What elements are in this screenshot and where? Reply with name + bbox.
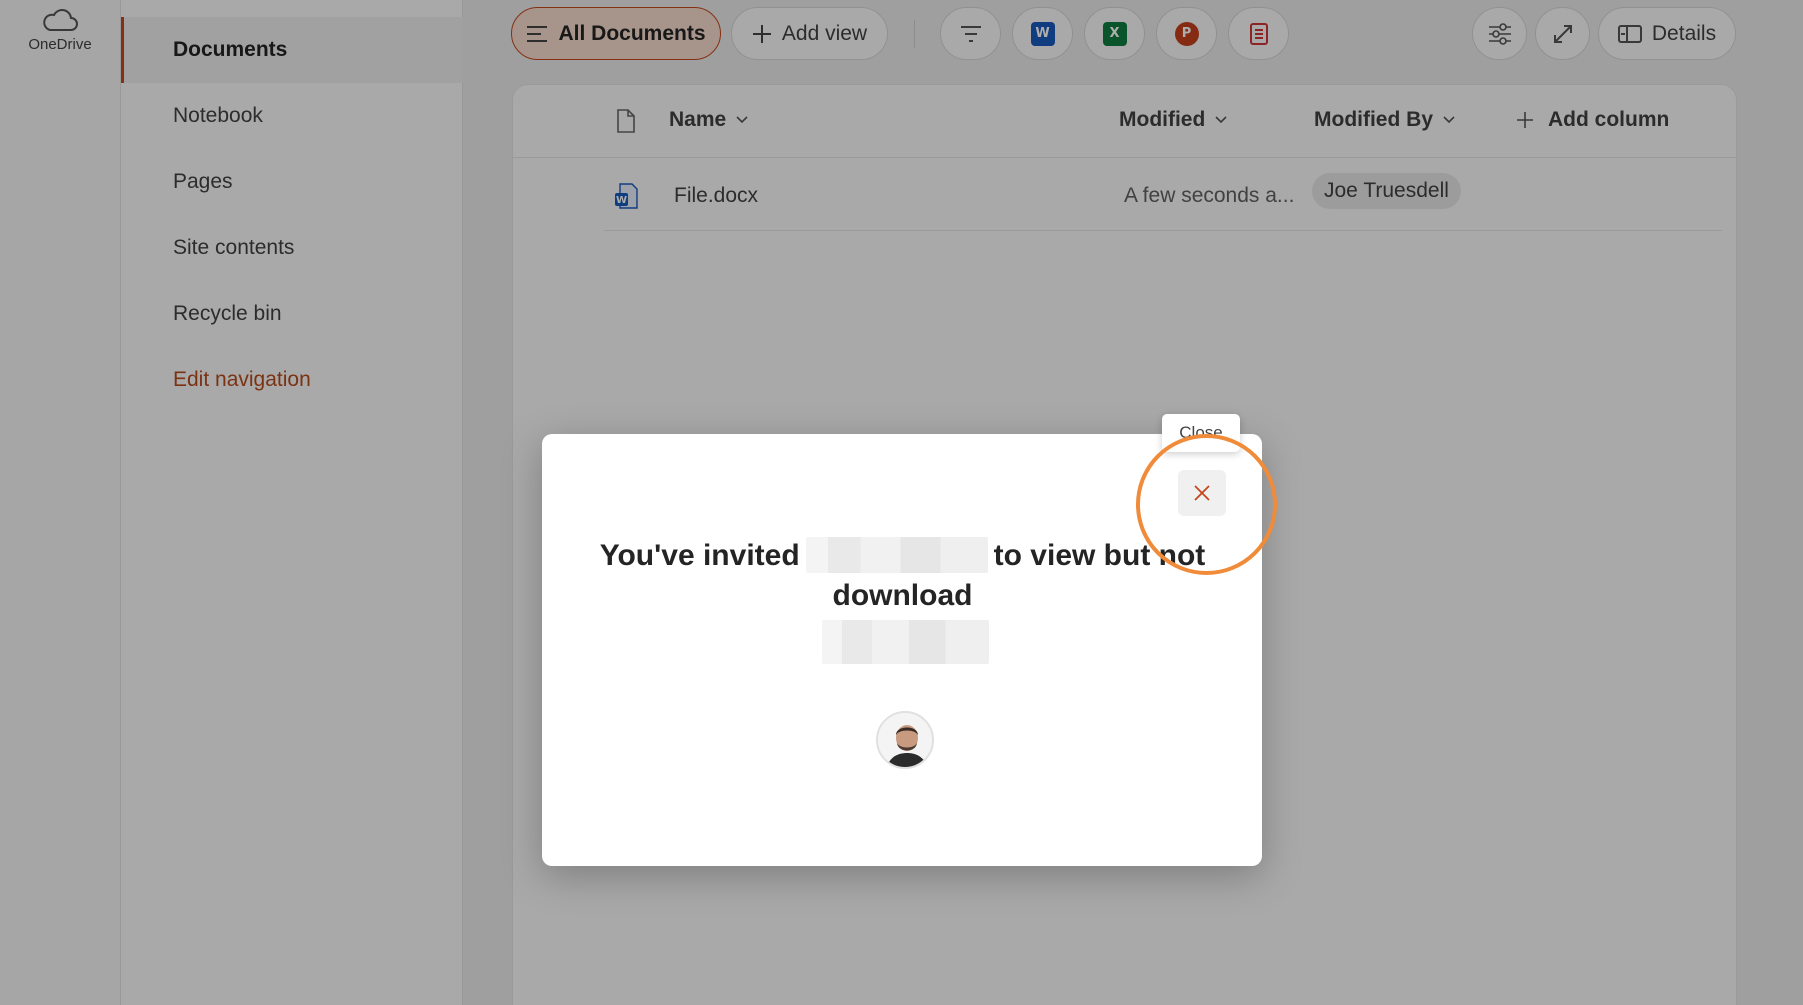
highlight-ring (1136, 434, 1277, 575)
avatar (876, 711, 934, 769)
dialog-title-prefix: You've invited (599, 539, 800, 572)
redacted-file-name (822, 620, 989, 664)
dialog-title: You've invited to view but not download (590, 536, 1215, 616)
redacted-recipient (805, 537, 988, 574)
